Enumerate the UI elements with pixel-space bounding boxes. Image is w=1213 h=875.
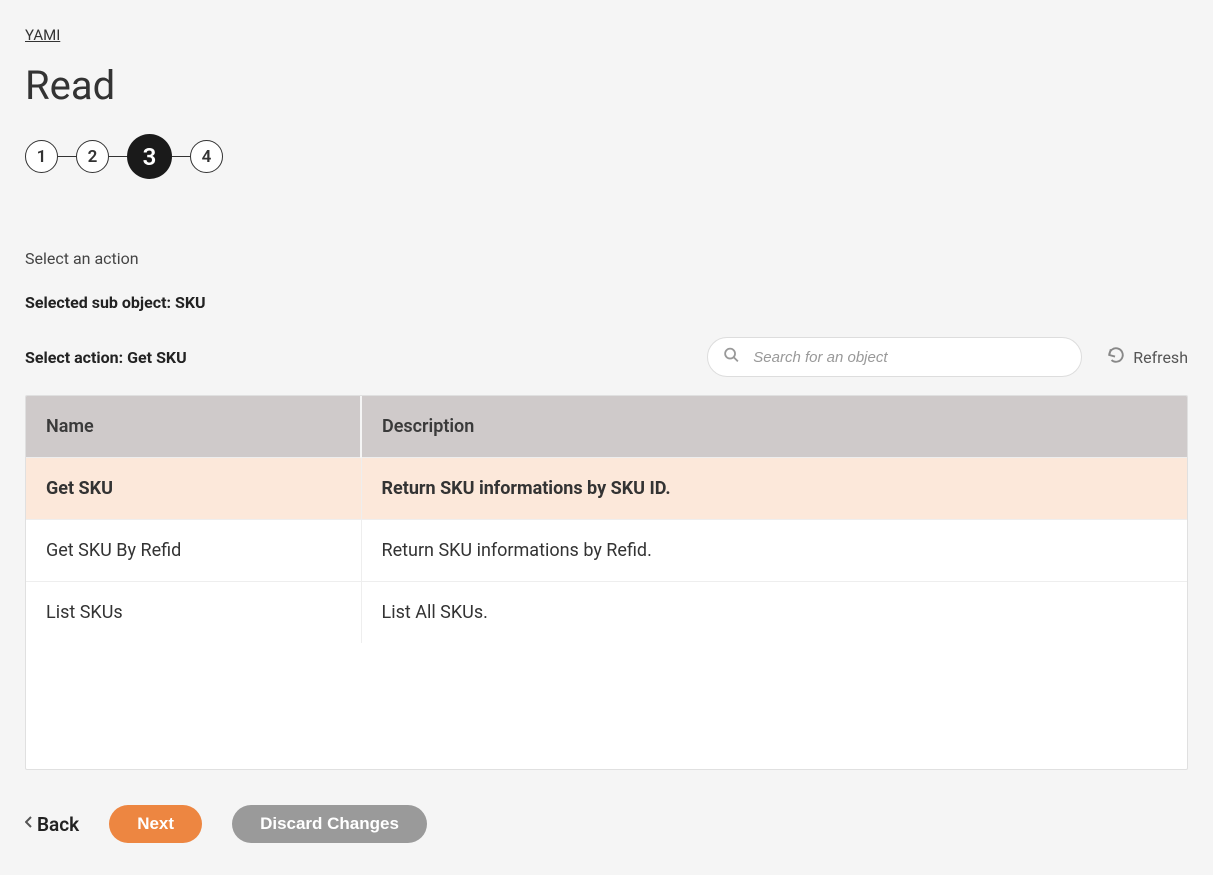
selected-sub-object-label: Selected sub object: SKU — [25, 293, 1188, 312]
footer-buttons: Back Next Discard Changes — [25, 805, 1188, 843]
refresh-label: Refresh — [1133, 348, 1188, 367]
refresh-icon — [1107, 346, 1125, 368]
actions-table: Name Description Get SKU Return SKU info… — [26, 396, 1187, 643]
table-row[interactable]: List SKUs List All SKUs. — [26, 582, 1187, 644]
step-connector — [109, 156, 127, 158]
back-button[interactable]: Back — [25, 813, 79, 836]
step-4[interactable]: 4 — [190, 140, 223, 173]
next-button[interactable]: Next — [109, 805, 202, 843]
step-connector — [58, 156, 76, 158]
table-cell-name: Get SKU — [26, 458, 361, 520]
refresh-button[interactable]: Refresh — [1107, 346, 1188, 368]
table-cell-description: Return SKU informations by SKU ID. — [361, 458, 1187, 520]
page-title: Read — [25, 62, 1188, 109]
step-1[interactable]: 1 — [25, 140, 58, 173]
controls-right: Refresh — [707, 337, 1188, 377]
table-header-name: Name — [26, 396, 361, 458]
table-cell-description: Return SKU informations by Refid. — [361, 520, 1187, 582]
table-row[interactable]: Get SKU By Refid Return SKU informations… — [26, 520, 1187, 582]
search-icon — [723, 347, 740, 368]
table-row[interactable]: Get SKU Return SKU informations by SKU I… — [26, 458, 1187, 520]
step-connector — [172, 156, 190, 158]
select-action-label: Select action: Get SKU — [25, 348, 187, 367]
breadcrumb-link[interactable]: YAMI — [25, 26, 60, 44]
search-input[interactable] — [707, 337, 1082, 377]
table-header-description: Description — [361, 396, 1187, 458]
chevron-left-icon — [25, 816, 33, 832]
discard-changes-button[interactable]: Discard Changes — [232, 805, 427, 843]
table-cell-name: List SKUs — [26, 582, 361, 644]
stepper: 1 2 3 4 — [25, 134, 1188, 179]
table-cell-description: List All SKUs. — [361, 582, 1187, 644]
table-cell-name: Get SKU By Refid — [26, 520, 361, 582]
controls-row: Select action: Get SKU Refresh — [25, 337, 1188, 377]
actions-table-container: Name Description Get SKU Return SKU info… — [25, 395, 1188, 770]
step-3[interactable]: 3 — [127, 134, 172, 179]
search-wrapper — [707, 337, 1082, 377]
instruction-select-action: Select an action — [25, 249, 1188, 268]
back-label: Back — [37, 813, 79, 836]
step-2[interactable]: 2 — [76, 140, 109, 173]
